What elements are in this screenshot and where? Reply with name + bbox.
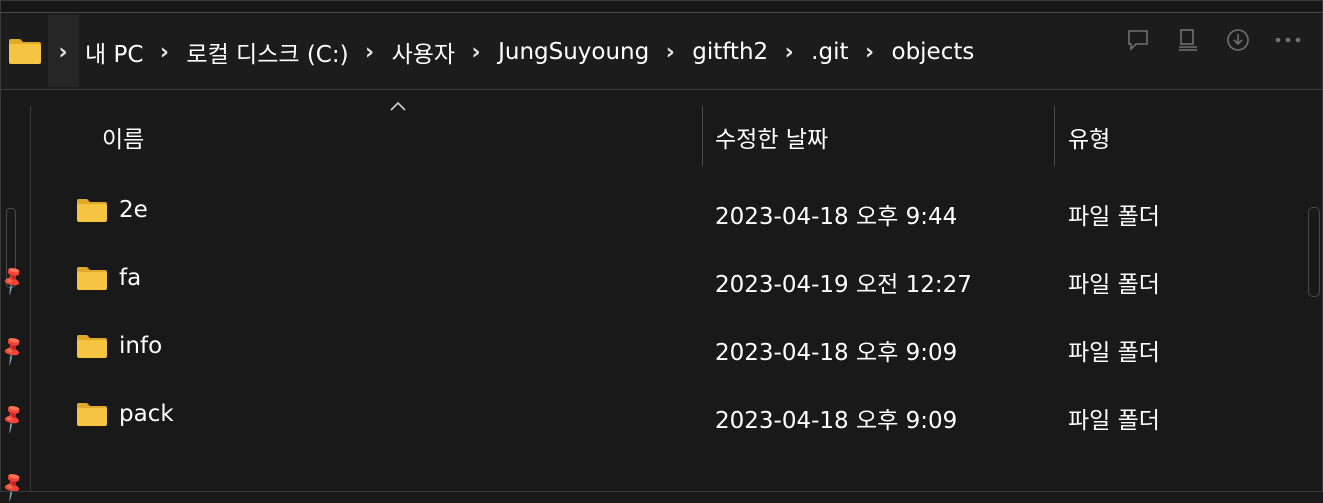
file-list: 2e 2023-04-18 오후 9:44 파일 폴더 fa 2023-04-1…	[34, 180, 1294, 452]
download-icon[interactable]	[1217, 21, 1259, 59]
chevron-right-icon[interactable]: ›	[50, 40, 76, 65]
column-header-name[interactable]: 이름	[102, 120, 144, 154]
column-header-type[interactable]: 유형	[1068, 120, 1110, 154]
file-row[interactable]: info 2023-04-18 오후 9:09 파일 폴더	[34, 316, 1294, 384]
pin-icon: 📌	[0, 468, 30, 503]
column-divider[interactable]	[1054, 106, 1055, 166]
breadcrumb-item-this-pc[interactable]: 내 PC	[76, 35, 151, 69]
breadcrumb-item-user[interactable]: JungSuyoung	[489, 39, 657, 65]
navigation-pane: 📌 📌 📌 📌	[0, 90, 34, 503]
file-date: 2023-04-18 오후 9:09	[715, 340, 958, 366]
comment-icon[interactable]	[1117, 21, 1159, 59]
details-pane-icon[interactable]	[1167, 21, 1209, 59]
breadcrumb-item-users[interactable]: 사용자	[383, 35, 463, 69]
file-name: fa	[119, 265, 142, 291]
chevron-right-icon[interactable]: ›	[657, 40, 683, 65]
file-date: 2023-04-19 오전 12:27	[715, 272, 972, 298]
chevron-right-icon[interactable]: ›	[463, 40, 489, 65]
file-date: 2023-04-18 오후 9:44	[715, 204, 958, 230]
file-row[interactable]: pack 2023-04-18 오후 9:09 파일 폴더	[34, 384, 1294, 452]
file-name: 2e	[119, 197, 148, 223]
column-divider[interactable]	[702, 106, 703, 166]
chevron-right-icon[interactable]: ›	[776, 40, 802, 65]
vertical-scrollbar[interactable]	[1308, 207, 1320, 297]
file-date: 2023-04-18 오후 9:09	[715, 408, 958, 434]
breadcrumb-item-git[interactable]: .git	[802, 39, 856, 65]
address-bar[interactable]: › 내 PC › 로컬 디스크 (C:) › 사용자 › JungSuyoung…	[0, 13, 1323, 90]
file-row[interactable]: 2e 2023-04-18 오후 9:44 파일 폴더	[34, 180, 1294, 248]
file-type: 파일 폴더	[1068, 408, 1160, 434]
chevron-right-icon[interactable]: ›	[357, 40, 383, 65]
folder-icon	[77, 335, 107, 358]
file-type: 파일 폴더	[1068, 204, 1160, 230]
folder-icon	[9, 39, 41, 64]
breadcrumb-item-local-disk[interactable]: 로컬 디스크 (C:)	[177, 35, 356, 69]
toolbar-icons	[1117, 21, 1309, 59]
chevron-right-icon[interactable]: ›	[151, 40, 177, 65]
file-row[interactable]: fa 2023-04-19 오전 12:27 파일 폴더	[34, 248, 1294, 316]
pin-icon: 📌	[0, 332, 30, 367]
file-name: info	[119, 333, 163, 359]
column-header-date[interactable]: 수정한 날짜	[715, 120, 828, 154]
file-name: pack	[119, 401, 174, 427]
more-icon[interactable]	[1267, 21, 1309, 59]
folder-icon	[77, 403, 107, 426]
pin-icon: 📌	[0, 262, 30, 297]
column-header: 이름 수정한 날짜 유형	[34, 90, 1323, 180]
breadcrumb-item-gitfth2[interactable]: gitfth2	[683, 39, 776, 65]
sort-ascending-icon	[386, 96, 410, 114]
file-type: 파일 폴더	[1068, 272, 1160, 298]
pane-divider[interactable]	[30, 106, 31, 492]
chevron-right-icon[interactable]: ›	[857, 40, 883, 65]
file-type: 파일 폴더	[1068, 340, 1160, 366]
folder-icon	[77, 199, 107, 222]
breadcrumb-item-objects[interactable]: objects	[883, 39, 983, 65]
folder-icon	[77, 267, 107, 290]
title-strip	[0, 0, 1323, 13]
pin-icon: 📌	[0, 400, 30, 435]
breadcrumb: › 내 PC › 로컬 디스크 (C:) › 사용자 › JungSuyoung…	[50, 35, 982, 69]
